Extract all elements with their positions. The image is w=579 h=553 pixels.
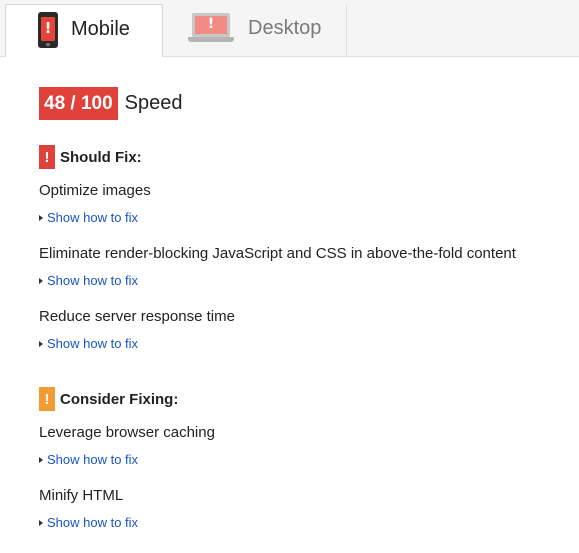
speed-score: 48 / 100 Speed xyxy=(39,87,183,120)
tab-desktop[interactable]: Desktop xyxy=(164,4,347,56)
show-how-to-fix-link[interactable]: Show how to fix xyxy=(39,210,138,225)
rule-title: Reduce server response time xyxy=(39,308,235,325)
exclamation-icon: ! xyxy=(39,387,55,411)
show-how-to-fix-label[interactable]: Show how to fix xyxy=(47,210,138,225)
tab-desktop-label: Desktop xyxy=(248,17,322,39)
caret-right-icon xyxy=(39,520,43,526)
score-label: Speed xyxy=(124,92,183,114)
show-how-to-fix-label[interactable]: Show how to fix xyxy=(47,273,138,288)
tab-mobile[interactable]: Mobile xyxy=(5,4,163,57)
phone-icon xyxy=(38,12,58,48)
exclamation-icon: ! xyxy=(39,145,55,169)
score-badge: 48 / 100 xyxy=(39,87,118,120)
section-title: Consider Fixing: xyxy=(60,390,179,408)
show-how-to-fix-label[interactable]: Show how to fix xyxy=(47,336,138,351)
laptop-icon xyxy=(188,13,234,45)
should-fix-header: ! Should Fix: xyxy=(39,145,142,169)
show-how-to-fix-link[interactable]: Show how to fix xyxy=(39,336,138,351)
show-how-to-fix-link[interactable]: Show how to fix xyxy=(39,515,138,530)
rule-title: Eliminate render-blocking JavaScript and… xyxy=(39,245,516,262)
consider-fixing-header: ! Consider Fixing: xyxy=(39,387,178,411)
rule-title: Optimize images xyxy=(39,182,151,199)
rule-title: Leverage browser caching xyxy=(39,424,215,441)
tab-mobile-label: Mobile xyxy=(71,18,130,40)
caret-right-icon xyxy=(39,341,43,347)
show-how-to-fix-label[interactable]: Show how to fix xyxy=(47,515,138,530)
caret-right-icon xyxy=(39,278,43,284)
show-how-to-fix-link[interactable]: Show how to fix xyxy=(39,452,138,467)
caret-right-icon xyxy=(39,457,43,463)
show-how-to-fix-label[interactable]: Show how to fix xyxy=(47,452,138,467)
caret-right-icon xyxy=(39,215,43,221)
device-tab-bar: Mobile Desktop xyxy=(0,0,579,57)
rule-title: Minify HTML xyxy=(39,487,124,504)
show-how-to-fix-link[interactable]: Show how to fix xyxy=(39,273,138,288)
section-title: Should Fix: xyxy=(60,148,142,166)
